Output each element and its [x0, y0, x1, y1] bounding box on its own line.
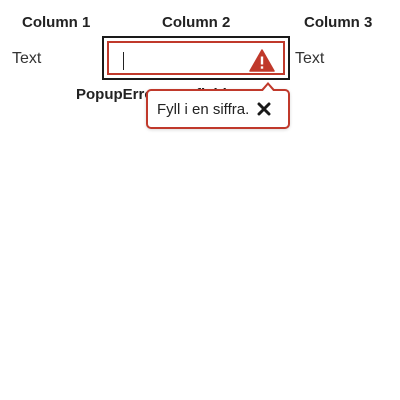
column-1-header: Column 1	[22, 14, 91, 31]
input-container[interactable]	[107, 41, 285, 75]
popup-arrow-fill	[262, 85, 274, 92]
page: Column 1 Column 2 Column 3 Text Text Pop…	[0, 0, 400, 400]
error-popup: Fyll i en siffra.	[146, 82, 290, 129]
number-input[interactable]	[109, 43, 249, 73]
left-text: Text	[12, 50, 42, 67]
column-3-header: Column 3	[304, 14, 373, 31]
text-caret	[123, 52, 124, 70]
close-icon[interactable]	[257, 102, 271, 116]
warning-triangle-icon	[249, 49, 275, 72]
column-2-header: Column 2	[162, 14, 231, 31]
input-focus-frame	[102, 36, 290, 80]
error-message: Fyll i en siffra.	[157, 100, 250, 118]
right-text: Text	[295, 50, 325, 67]
